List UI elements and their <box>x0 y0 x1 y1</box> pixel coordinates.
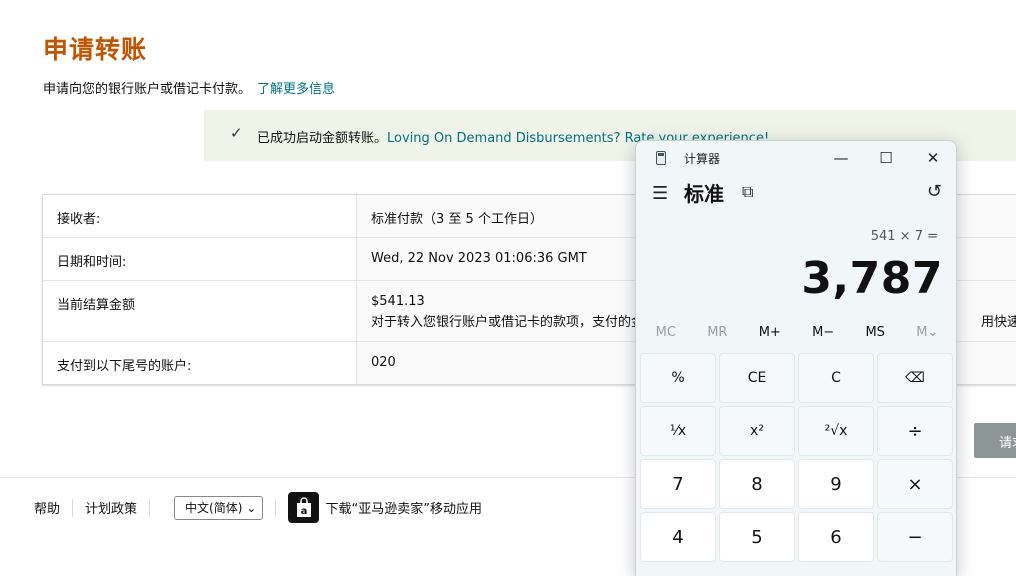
hamburger-menu-icon[interactable]: ☰ <box>652 183 668 204</box>
digit-6-key[interactable]: 6 <box>798 512 874 562</box>
memory-list-button[interactable]: M⌄ <box>916 325 938 340</box>
help-link[interactable]: 帮助 <box>34 498 60 517</box>
plan-policy-link[interactable]: 计划政策 <box>85 498 137 517</box>
keep-on-top-icon[interactable]: ⧉ <box>742 182 753 202</box>
language-value: 中文(简体) <box>185 501 243 515</box>
digit-4-key[interactable]: 4 <box>640 512 716 562</box>
maximize-button[interactable]: ☐ <box>874 147 898 169</box>
square-root-key[interactable]: ²√x <box>798 406 874 456</box>
digit-7-key[interactable]: 7 <box>640 459 716 509</box>
memory-clear-button[interactable]: MC <box>656 325 676 340</box>
square-key[interactable]: x² <box>719 406 795 456</box>
svg-text:a: a <box>301 506 308 517</box>
backspace-key[interactable]: ⌫ <box>877 353 953 403</box>
memory-recall-button[interactable]: MR <box>707 325 727 340</box>
clear-entry-key[interactable]: CE <box>719 353 795 403</box>
page-title: 申请转账 <box>43 35 148 64</box>
digit-9-key[interactable]: 9 <box>798 459 874 509</box>
chevron-down-icon: ⌄ <box>246 500 257 515</box>
percent-key[interactable]: % <box>640 353 716 403</box>
divide-key[interactable]: ÷ <box>877 406 953 456</box>
reciprocal-key[interactable]: ¹⁄x <box>640 406 716 456</box>
digit-8-key[interactable]: 8 <box>719 459 795 509</box>
calculator-titlebar[interactable]: 计算器 — ☐ ✕ <box>636 141 956 175</box>
calculator-app-icon <box>656 151 666 165</box>
calculator-window: 计算器 — ☐ ✕ ☰ 标准 ⧉ ↺ 541 × 7 = 3,787 MC MR… <box>635 140 957 576</box>
row-label: 当前结算金额 <box>43 281 357 341</box>
language-select[interactable]: 中文(简体) ⌄ <box>174 495 264 520</box>
success-text: 已成功启动金额转账。 <box>257 131 388 146</box>
memory-add-button[interactable]: M+ <box>759 325 781 340</box>
calculator-window-title: 计算器 <box>684 152 721 166</box>
settlement-note-text: 对于转入您银行账户或借记卡的款项，支付的金 <box>371 315 645 330</box>
multiply-key[interactable]: × <box>877 459 953 509</box>
memory-store-button[interactable]: MS <box>865 325 884 340</box>
settlement-note-tail: 用快速付款 <box>981 315 1016 330</box>
request-transfer-button[interactable]: 请求 <box>974 423 1016 458</box>
minus-key[interactable]: − <box>877 512 953 562</box>
subtitle-text: 申请向您的银行账户或借记卡付款。 <box>43 82 252 97</box>
memory-subtract-button[interactable]: M− <box>812 325 834 340</box>
calculator-expression: 541 × 7 = <box>870 229 938 244</box>
calculator-result: 3,787 <box>801 253 943 304</box>
amazon-app-icon[interactable]: a <box>288 492 320 523</box>
footer: 帮助 计划政策 中文(简体) ⌄ a 下载“亚马逊卖家”移动应用 <box>34 492 482 523</box>
page-subtitle: 申请向您的银行账户或借记卡付款。 了解更多信息 <box>43 78 335 97</box>
download-app-link[interactable]: 下载“亚马逊卖家”移动应用 <box>325 498 481 517</box>
calculator-mode-row: ☰ 标准 ⧉ ↺ <box>636 175 956 213</box>
memory-keys-row: MC MR M+ M− MS M⌄ <box>640 325 954 340</box>
calculator-mode-title: 标准 <box>684 182 724 206</box>
row-label: 接收者: <box>43 195 357 237</box>
history-icon[interactable]: ↺ <box>927 181 942 202</box>
row-label: 支付到以下尾号的账户: <box>43 342 357 384</box>
footer-separator <box>72 498 74 517</box>
check-icon: ✓ <box>230 124 243 142</box>
footer-separator <box>275 498 277 517</box>
minimize-button[interactable]: — <box>829 147 853 169</box>
learn-more-link[interactable]: 了解更多信息 <box>257 82 335 97</box>
row-label: 日期和时间: <box>43 238 357 280</box>
page: 申请转账 申请向您的银行账户或借记卡付款。 了解更多信息 ✓ 已成功启动金额转账。… <box>0 0 1016 576</box>
footer-separator <box>149 498 151 517</box>
close-button[interactable]: ✕ <box>921 147 945 169</box>
calculator-keypad: % CE C ⌫ ¹⁄x x² ²√x ÷ 7 8 9 × 4 5 6 − <box>640 353 954 562</box>
clear-key[interactable]: C <box>798 353 874 403</box>
digit-5-key[interactable]: 5 <box>719 512 795 562</box>
